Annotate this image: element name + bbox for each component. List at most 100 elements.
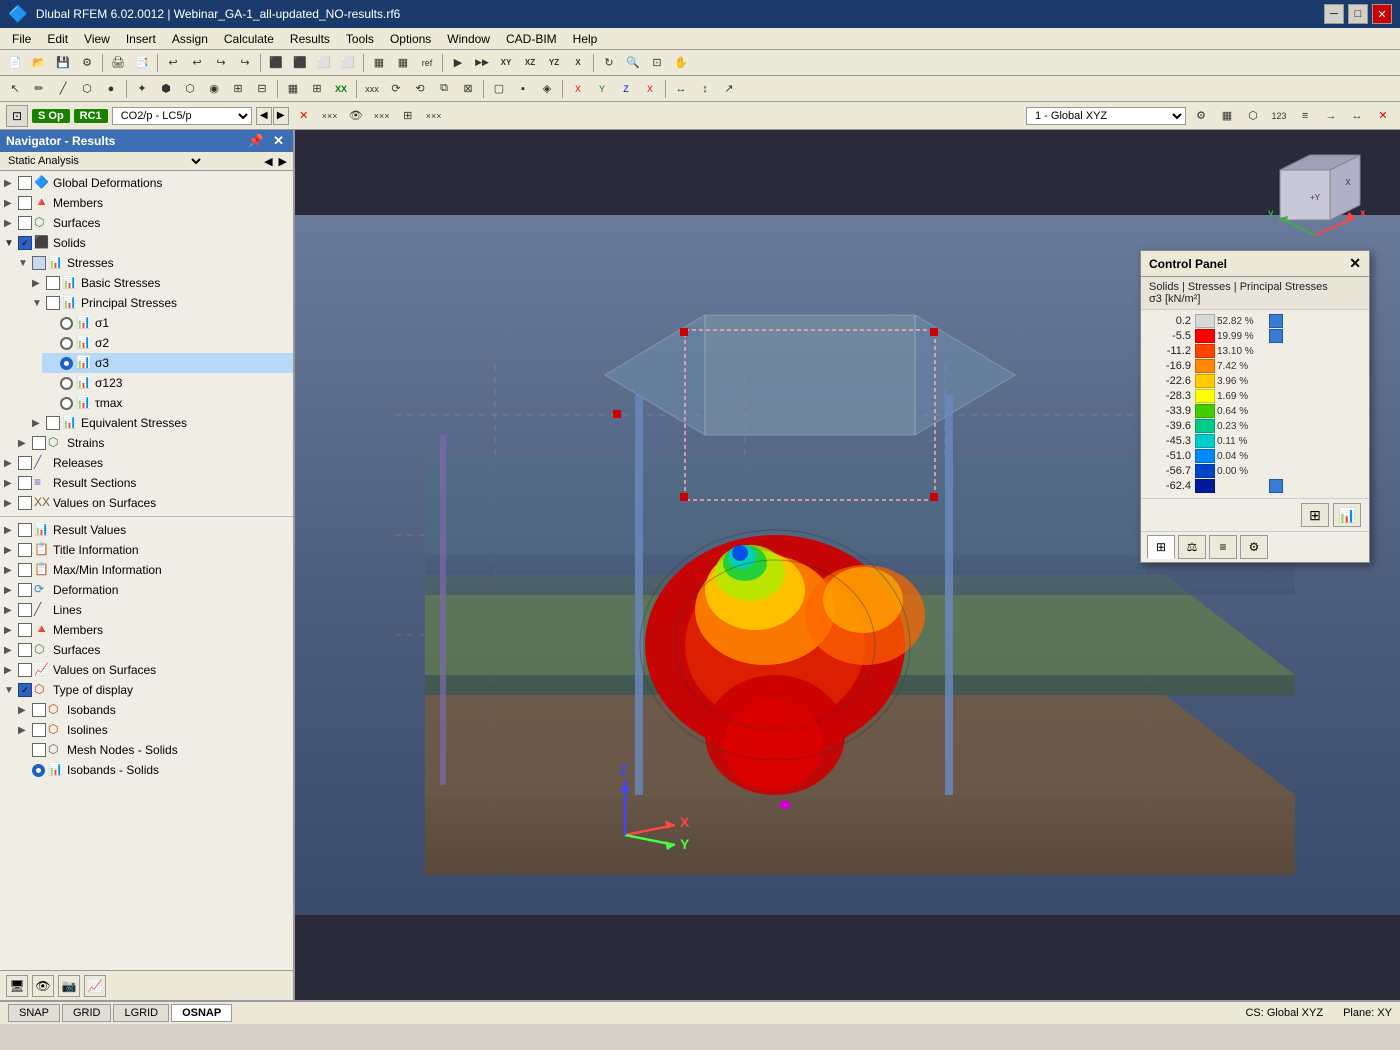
tb-view-arrow[interactable]: → (1320, 105, 1342, 127)
nav-btn-eye[interactable]: 👁 (32, 975, 54, 997)
cb-mesh-nodes-solids[interactable] (32, 743, 46, 757)
tree-item-stresses[interactable]: ▼ 📊 Stresses (14, 253, 293, 273)
tb2-shape[interactable]: ⬡ (76, 78, 98, 100)
cb-surfaces-2[interactable] (18, 643, 32, 657)
tb2-axis4[interactable]: X (639, 78, 661, 100)
tree-item-surfaces[interactable]: ▶ ⬡ Surfaces (0, 213, 293, 233)
cb-result-sections[interactable] (18, 476, 32, 490)
tb-load-x[interactable]: ✕ (293, 105, 315, 127)
tb-redo2[interactable]: ↪ (234, 52, 256, 74)
cb-deformation[interactable] (18, 583, 32, 597)
cp-tab-settings[interactable]: ⚙ (1240, 535, 1268, 559)
tb2-load2[interactable]: ⟳ (385, 78, 407, 100)
nav-pin-button[interactable]: 📌 (245, 133, 267, 149)
load-prev-arrow[interactable]: ◀ (256, 107, 272, 125)
view-select[interactable]: 1 - Global XYZ (1026, 107, 1186, 125)
load-combo-select[interactable]: CO2/p - LC5/p (112, 107, 252, 125)
tb2-select2[interactable]: ⊞ (306, 78, 328, 100)
tb2-dim2[interactable]: ↕ (694, 78, 716, 100)
tb-calc2[interactable]: ▶▶ (471, 52, 493, 74)
tb2-view1[interactable]: ⧉ (433, 78, 455, 100)
tb-grid3[interactable]: ⬜ (313, 52, 335, 74)
cb-surfaces[interactable] (18, 216, 32, 230)
tb2-select1[interactable]: ▦ (282, 78, 304, 100)
cp-chart-button[interactable]: 📊 (1333, 503, 1361, 527)
tree-item-deformation[interactable]: ▶ ⟳ Deformation (0, 580, 293, 600)
tb-calc[interactable]: ▶ (447, 52, 469, 74)
tree-item-global-deformations[interactable]: ▶ 🔷 Global Deformations (0, 173, 293, 193)
menu-results[interactable]: Results (282, 30, 338, 48)
menu-assign[interactable]: Assign (164, 30, 216, 48)
cb-global-deformations[interactable] (18, 176, 32, 190)
tb2-axis2[interactable]: Y (591, 78, 613, 100)
tree-item-isobands-solids[interactable]: 📊 Isobands - Solids (14, 760, 293, 780)
tree-item-basic-stresses[interactable]: ▶ 📊 Basic Stresses (28, 273, 293, 293)
tb-rotate[interactable]: ↻ (598, 52, 620, 74)
menu-insert[interactable]: Insert (118, 30, 164, 48)
cb-principal-stresses[interactable] (46, 296, 60, 310)
tb-x[interactable]: X (567, 52, 589, 74)
nav-btn-chart[interactable]: 📈 (84, 975, 106, 997)
cb-values-on-surfaces-2[interactable] (18, 663, 32, 677)
tb2-axis3[interactable]: Z (615, 78, 637, 100)
tree-item-strains[interactable]: ▶ ⬡ Strains (14, 433, 293, 453)
tree-item-sigma2[interactable]: 📊 σ2 (42, 333, 293, 353)
tb2-various3[interactable]: ⬡ (179, 78, 201, 100)
menu-view[interactable]: View (76, 30, 118, 48)
cb-members[interactable] (18, 196, 32, 210)
tb-grid2[interactable]: ⬛ (289, 52, 311, 74)
tb2-render3[interactable]: ◈ (536, 78, 558, 100)
tb-settings[interactable]: ⚙ (76, 52, 98, 74)
cb-strains[interactable] (32, 436, 46, 450)
tb-open[interactable]: 📂 (28, 52, 50, 74)
radio-isobands-solids[interactable] (32, 764, 45, 777)
tb-view-x[interactable]: ⊞ (397, 105, 419, 127)
tree-item-surfaces-2[interactable]: ▶ ⬡ Surfaces (0, 640, 293, 660)
cb-title-information[interactable] (18, 543, 32, 557)
tb-view-settings[interactable]: ⚙ (1190, 105, 1212, 127)
tree-item-isolines[interactable]: ▶ ⬡ Isolines (14, 720, 293, 740)
tb-view-num[interactable]: 123 (1268, 105, 1290, 127)
tree-item-members[interactable]: ▶ 🔺 Members (0, 193, 293, 213)
cp-tab-list[interactable]: ≡ (1209, 535, 1237, 559)
status-grid[interactable]: GRID (62, 1004, 112, 1022)
tb2-various2[interactable]: ⬢ (155, 78, 177, 100)
cb-basic-stresses[interactable] (46, 276, 60, 290)
cb-isolines[interactable] (32, 723, 46, 737)
tb-load-x2[interactable]: ××× (319, 105, 341, 127)
tb-view-arrow2[interactable]: ↔ (1346, 105, 1368, 127)
cp-table-button[interactable]: ⊞ (1301, 503, 1329, 527)
tb2-dim1[interactable]: ↔ (670, 78, 692, 100)
tb-grid4[interactable]: ⬜ (337, 52, 359, 74)
cb-members-2[interactable] (18, 623, 32, 637)
tb2-render2[interactable]: ▪ (512, 78, 534, 100)
radio-sigma3[interactable] (60, 357, 73, 370)
tb-eye2[interactable]: ××× (371, 105, 393, 127)
tb-zoom[interactable]: 🔍 (622, 52, 644, 74)
tb-view-y[interactable]: ××× (423, 105, 445, 127)
tb2-cursor[interactable]: ↖ (4, 78, 26, 100)
tb2-line[interactable]: ╱ (52, 78, 74, 100)
radio-sigma2[interactable] (60, 337, 73, 350)
cb-equivalent-stresses[interactable] (46, 416, 60, 430)
tree-item-sigma123[interactable]: 📊 σ123 (42, 373, 293, 393)
tb-view-mesh[interactable]: ⬡ (1242, 105, 1264, 127)
menu-calculate[interactable]: Calculate (216, 30, 282, 48)
tree-item-maxmin-information[interactable]: ▶ 📋 Max/Min Information (0, 560, 293, 580)
nav-next-arrow[interactable]: ▶ (277, 155, 289, 168)
cb-type-of-display[interactable]: ✓ (18, 683, 32, 697)
tb-xy[interactable]: XY (495, 52, 517, 74)
cp-tab-balance[interactable]: ⚖ (1178, 535, 1206, 559)
tb-pan[interactable]: ✋ (670, 52, 692, 74)
tb-table2[interactable]: ▦ (392, 52, 414, 74)
tb-yz[interactable]: YZ (543, 52, 565, 74)
load-next-arrow[interactable]: ▶ (273, 107, 289, 125)
tree-item-result-sections[interactable]: ▶ ≡ Result Sections (0, 473, 293, 493)
menu-window[interactable]: Window (439, 30, 498, 48)
tb2-various5[interactable]: ⊞ (227, 78, 249, 100)
tb-undo2[interactable]: ↩ (186, 52, 208, 74)
tb2-various6[interactable]: ⊟ (251, 78, 273, 100)
tb-grid1[interactable]: ⬛ (265, 52, 287, 74)
cb-values-on-surfaces[interactable] (18, 496, 32, 510)
tree-item-tmax[interactable]: 📊 τmax (42, 393, 293, 413)
